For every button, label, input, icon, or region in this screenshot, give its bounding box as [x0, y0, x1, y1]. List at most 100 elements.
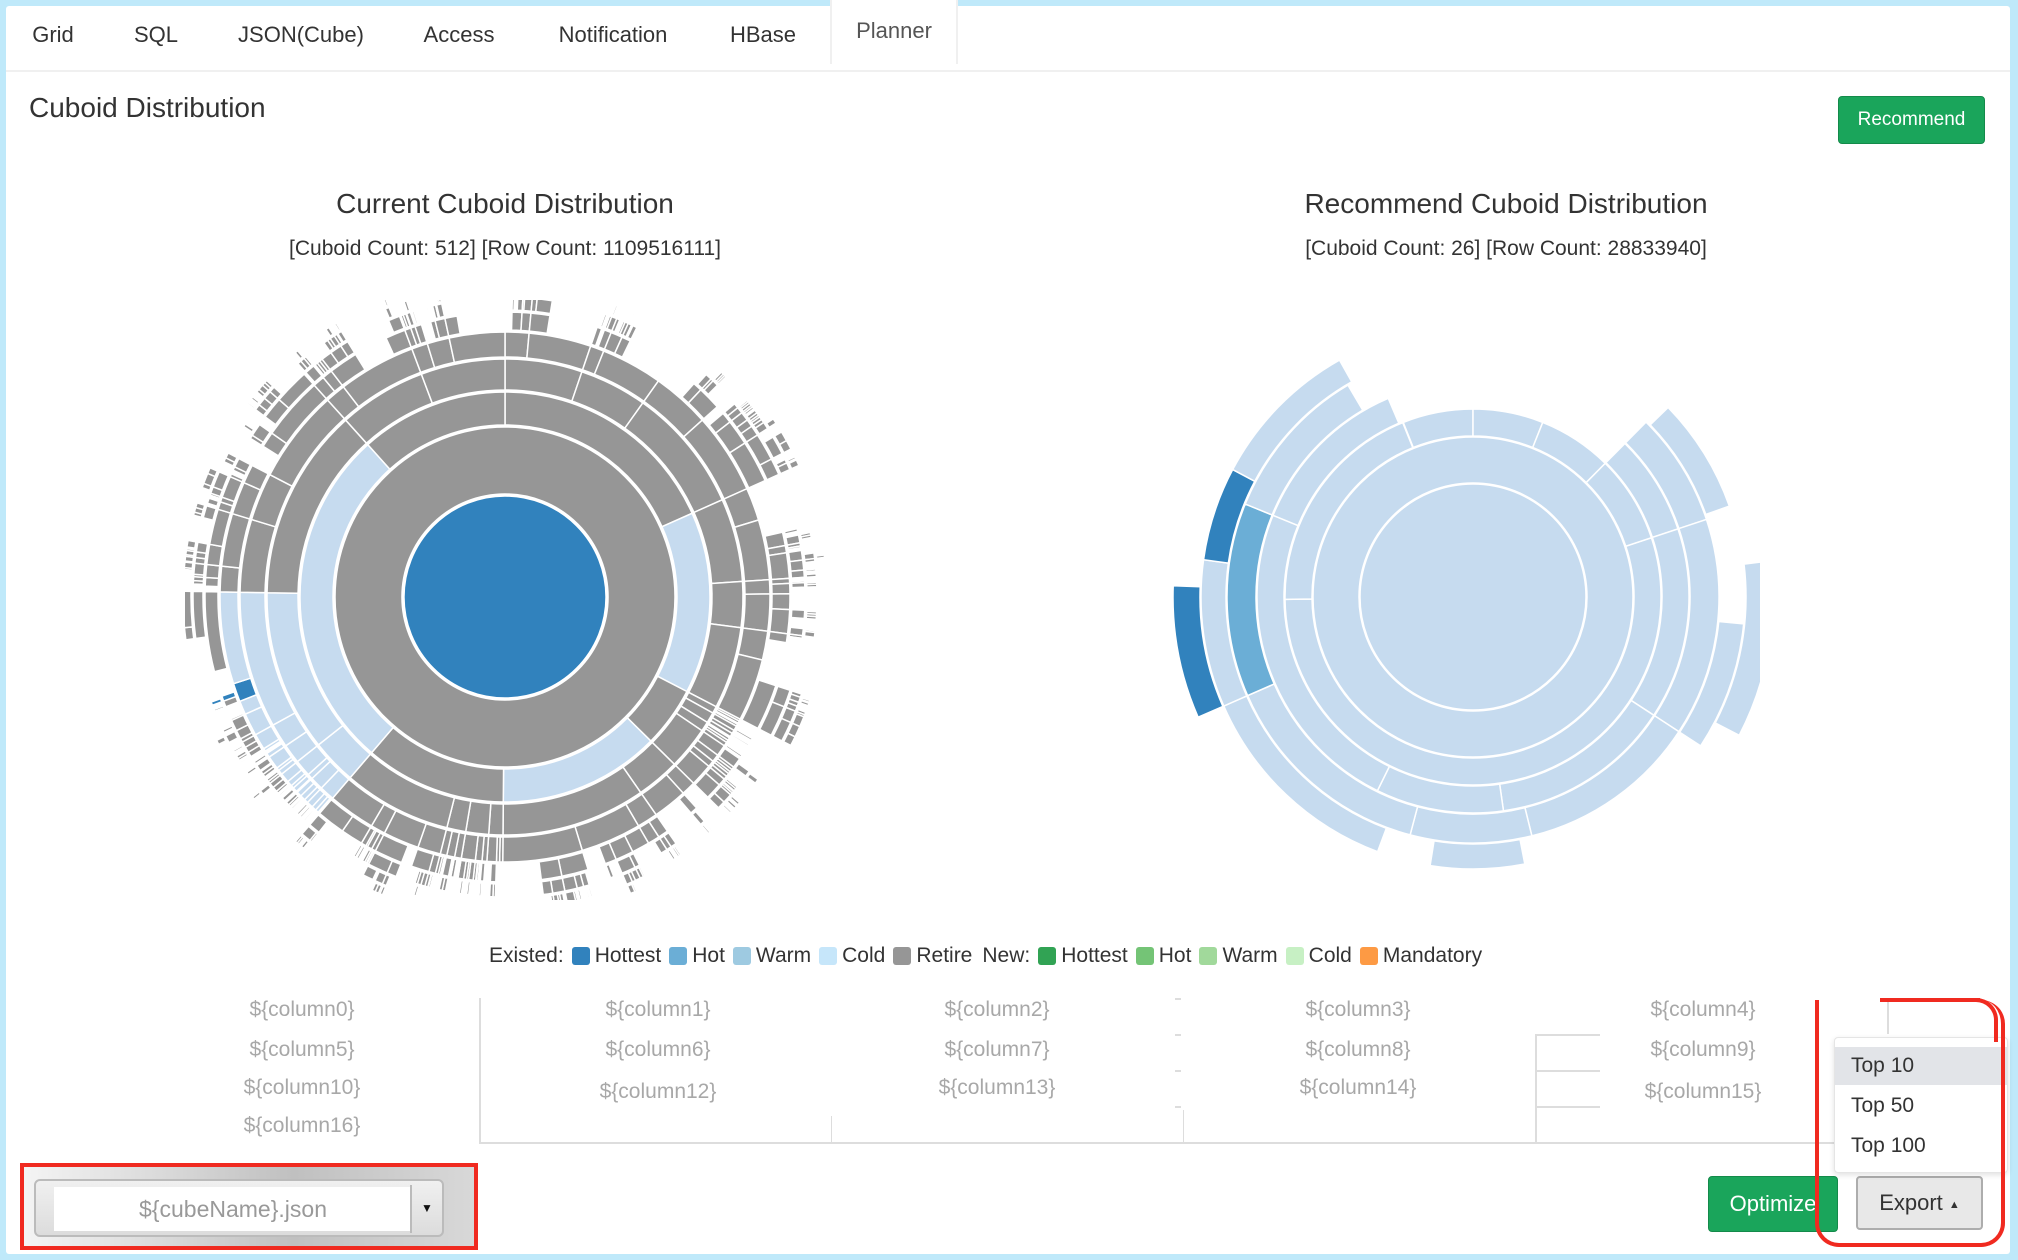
sunburst-segment[interactable]: [767, 630, 789, 644]
recommend-button[interactable]: Recommend: [1838, 96, 1985, 144]
sunburst-segment[interactable]: [185, 626, 195, 641]
legend-swatch-new-hot: [1135, 947, 1154, 965]
column-label: ${column0}: [249, 998, 355, 1021]
sunburst-segment[interactable]: [410, 848, 435, 873]
tab-grid[interactable]: Grid: [31, 0, 75, 64]
sunburst-segment[interactable]: [250, 395, 261, 405]
sunburst-segment[interactable]: [564, 890, 577, 900]
sunburst-segment[interactable]: [193, 562, 206, 576]
sunburst-segment[interactable]: [185, 561, 194, 570]
sunburst-segment[interactable]: [1429, 838, 1526, 870]
export-dropdown-menu: Top 10 Top 50 Top 100: [1834, 1037, 2008, 1173]
recommend-cuboid-sunburst[interactable]: [1160, 340, 1760, 900]
file-select[interactable]: ${cubeName}.json ▼: [34, 1179, 444, 1237]
sunburst-segment[interactable]: [605, 863, 615, 879]
sunburst-segment[interactable]: [743, 578, 771, 596]
sunburst-segment[interactable]: [219, 565, 241, 593]
grid-tick: [1175, 1070, 1181, 1072]
sunburst-segment[interactable]: [790, 608, 806, 620]
sunburst-segment[interactable]: [528, 312, 551, 335]
sunburst-segment[interactable]: [185, 577, 193, 580]
sunburst-segment[interactable]: [192, 590, 207, 640]
caret-down-icon[interactable]: ▼: [410, 1185, 442, 1233]
sunburst-segment[interactable]: [790, 581, 806, 589]
sunburst-segment[interactable]: [317, 333, 325, 343]
sunburst-segment[interactable]: [195, 541, 209, 555]
sunburst-segment[interactable]: [221, 724, 234, 734]
export-menu-top-10[interactable]: Top 10: [1835, 1047, 2007, 1085]
sunburst-segment[interactable]: [540, 879, 554, 896]
sunburst-segment[interactable]: [458, 879, 465, 895]
tab-planner[interactable]: Planner: [830, 0, 958, 64]
sunburst-segment[interactable]: [707, 365, 717, 376]
sunburst-segment[interactable]: [803, 630, 816, 639]
sunburst-segment[interactable]: [767, 551, 791, 581]
sunburst-segment[interactable]: [185, 547, 196, 553]
sunburst-segment[interactable]: [768, 607, 791, 635]
sunburst-segment[interactable]: [805, 572, 818, 579]
sunburst-segment[interactable]: [465, 880, 472, 896]
export-button[interactable]: Export ▲: [1856, 1176, 1983, 1230]
tab-sql[interactable]: SQL: [133, 0, 179, 64]
sunburst-segment[interactable]: [511, 300, 516, 311]
sunburst-segment[interactable]: [678, 793, 698, 815]
sunburst-segment[interactable]: [783, 527, 799, 535]
sunburst-segment[interactable]: [224, 730, 239, 744]
sunburst-segment[interactable]: [448, 331, 506, 364]
sunburst-segment[interactable]: [742, 593, 771, 633]
sunburst-segment[interactable]: [498, 863, 502, 883]
sunburst-segment[interactable]: [478, 882, 483, 897]
legend-mandatory: Mandatory: [1382, 944, 1483, 967]
tab-notification[interactable]: Notification: [555, 0, 671, 64]
sunburst-segment[interactable]: [259, 783, 272, 796]
sunburst-segment[interactable]: [488, 882, 495, 898]
grid-tick: [1175, 998, 1181, 1000]
sunburst-segment[interactable]: [300, 839, 310, 850]
file-select-value[interactable]: ${cubeName}.json: [54, 1187, 412, 1231]
legend-new-warm: Warm: [1222, 944, 1278, 967]
optimize-button[interactable]: Optimize: [1708, 1176, 1838, 1232]
sunburst-segment[interactable]: [202, 504, 218, 522]
sunburst-segment[interactable]: [805, 583, 818, 588]
sunburst-segment[interactable]: [805, 615, 818, 621]
sunburst-segment[interactable]: [721, 803, 733, 815]
tab-access[interactable]: Access: [422, 0, 496, 64]
sunburst-segment[interactable]: [186, 539, 197, 550]
current-cuboid-sunburst[interactable]: [185, 300, 825, 900]
sunburst-segment[interactable]: [479, 862, 486, 883]
sunburst-root-segment[interactable]: [1359, 483, 1587, 711]
sunburst-segment[interactable]: [185, 590, 194, 629]
sunburst-segment[interactable]: [534, 300, 554, 315]
tab-json-cube[interactable]: JSON(Cube): [237, 0, 365, 64]
sunburst-segment[interactable]: [805, 570, 817, 574]
sunburst-segment[interactable]: [196, 497, 207, 504]
sunburst-segment[interactable]: [691, 810, 706, 826]
recommend-chart-title: Recommend Cuboid Distribution: [1304, 188, 1708, 219]
sunburst-segment[interactable]: [489, 862, 498, 883]
sunburst-segment[interactable]: [709, 580, 744, 629]
column-label: ${column15}: [1644, 1080, 1762, 1103]
sunburst-segment[interactable]: [265, 790, 276, 801]
legend-swatch-new-warm: [1199, 947, 1218, 965]
sunburst-segment[interactable]: [770, 582, 791, 595]
sunburst-segment[interactable]: [504, 331, 530, 359]
sunburst-segment[interactable]: [790, 576, 806, 581]
sunburst-segment[interactable]: [205, 543, 224, 567]
sunburst-segment[interactable]: [770, 592, 791, 611]
export-menu-top-50[interactable]: Top 50: [1835, 1087, 2007, 1125]
sunburst-segment[interactable]: [204, 563, 221, 580]
column-label: ${column6}: [605, 1038, 711, 1061]
sunburst-segment[interactable]: [746, 772, 760, 785]
current-chart-title: Current Cuboid Distribution: [336, 188, 674, 219]
tab-hbase[interactable]: HBase: [729, 0, 797, 64]
sunburst-segment[interactable]: [803, 557, 816, 564]
column-label: ${column3}: [1305, 998, 1411, 1021]
column-label: ${column4}: [1650, 998, 1756, 1021]
legend-swatch-retire: [893, 947, 912, 965]
export-menu-top-100[interactable]: Top 100: [1835, 1127, 2007, 1165]
sunburst-segment[interactable]: [815, 554, 825, 560]
sunburst-segment[interactable]: [210, 697, 223, 707]
sunburst-segment[interactable]: [538, 857, 563, 881]
sunburst-segment[interactable]: [816, 631, 825, 636]
sunburst-root-segment[interactable]: [403, 495, 607, 699]
